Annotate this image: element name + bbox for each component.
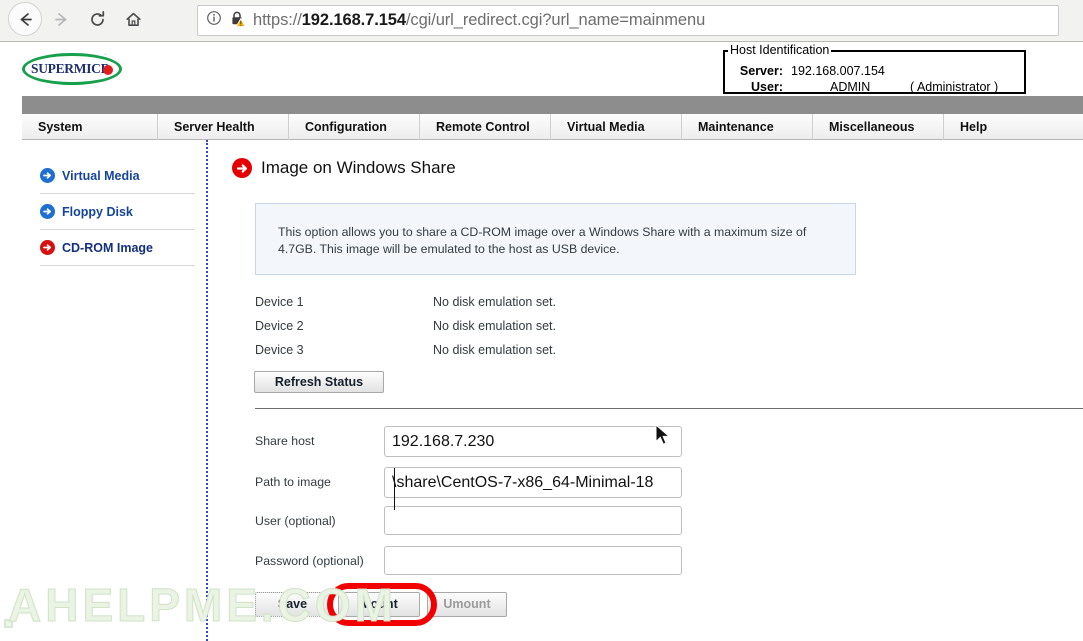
password-label: Password (optional) bbox=[255, 554, 364, 568]
umount-button: Umount bbox=[427, 592, 507, 617]
device-name: Device 2 bbox=[255, 319, 304, 333]
url-scheme: https:// bbox=[253, 11, 302, 29]
supermicro-logo[interactable]: SUPERMICR · bbox=[22, 49, 127, 89]
home-button[interactable] bbox=[116, 2, 150, 36]
home-icon bbox=[124, 10, 143, 29]
ipmi-header: SUPERMICR · Host Identification Server: … bbox=[0, 42, 1083, 96]
red-arrow-circle-icon bbox=[232, 158, 252, 178]
text-cursor-caret bbox=[394, 468, 395, 510]
main-navigation: System Server Health Configuration Remot… bbox=[22, 114, 1083, 140]
user-label: User (optional) bbox=[255, 514, 336, 528]
forward-button[interactable] bbox=[44, 2, 78, 36]
host-user-value: ADMIN bbox=[830, 80, 871, 94]
share-host-input[interactable] bbox=[384, 426, 682, 457]
sidebar-item-label: CD-ROM Image bbox=[62, 240, 153, 255]
host-user-role: ( Administrator ) bbox=[910, 80, 999, 94]
user-input[interactable] bbox=[384, 506, 682, 535]
page-title: Image on Windows Share bbox=[232, 158, 456, 178]
address-bar-text[interactable]: https://192.168.7.154/cgi/url_redirect.c… bbox=[253, 11, 705, 30]
password-input[interactable] bbox=[384, 546, 682, 575]
device-name: Device 3 bbox=[255, 343, 304, 357]
sidebar-item-cd-rom-image[interactable]: CD-ROM Image bbox=[40, 230, 195, 266]
save-button[interactable]: Save bbox=[255, 592, 330, 617]
mouse-cursor-icon bbox=[655, 423, 673, 448]
device-status: No disk emulation set. bbox=[433, 319, 556, 333]
nav-item-system[interactable]: System bbox=[22, 114, 158, 140]
blue-arrow-circle-icon bbox=[40, 168, 55, 183]
address-bar[interactable]: https://192.168.7.154/cgi/url_redirect.c… bbox=[197, 5, 1059, 36]
watermark-dot bbox=[4, 619, 13, 628]
section-divider bbox=[255, 408, 1083, 409]
sidebar-item-label: Virtual Media bbox=[62, 168, 140, 183]
mount-highlight-annotation bbox=[327, 583, 437, 626]
host-server-value: 192.168.007.154 bbox=[791, 64, 885, 78]
nav-item-configuration[interactable]: Configuration bbox=[289, 114, 420, 140]
device-status: No disk emulation set. bbox=[433, 343, 556, 357]
path-to-image-label: Path to image bbox=[255, 475, 331, 489]
sidebar-item-virtual-media[interactable]: Virtual Media bbox=[40, 158, 195, 194]
red-arrow-circle-icon bbox=[40, 240, 55, 255]
reload-icon bbox=[88, 10, 107, 29]
sidebar-item-floppy-disk[interactable]: Floppy Disk bbox=[40, 194, 195, 230]
device-name: Device 1 bbox=[255, 295, 304, 309]
nav-item-remote-control[interactable]: Remote Control bbox=[420, 114, 551, 140]
sidebar-item-label: Floppy Disk bbox=[62, 204, 133, 219]
info-box: This option allows you to share a CD-ROM… bbox=[255, 203, 856, 275]
browser-nav-buttons bbox=[8, 2, 150, 36]
share-host-label: Share host bbox=[255, 434, 315, 448]
menu-top-band bbox=[0, 96, 1083, 114]
sidebar: Virtual Media Floppy Disk CD-ROM Image bbox=[0, 140, 208, 641]
nav-item-help[interactable]: Help bbox=[944, 114, 1083, 140]
info-circle-icon[interactable] bbox=[206, 10, 222, 31]
host-identification-box: Host Identification Server: 192.168.007.… bbox=[723, 43, 1026, 94]
host-identification-legend: Host Identification bbox=[728, 43, 832, 57]
info-box-text: This option allows you to share a CD-ROM… bbox=[278, 225, 807, 256]
logo-wordmark: SUPERMICR bbox=[31, 61, 111, 76]
nav-item-maintenance[interactable]: Maintenance bbox=[682, 114, 813, 140]
nav-item-miscellaneous[interactable]: Miscellaneous bbox=[813, 114, 944, 140]
nav-item-server-health[interactable]: Server Health bbox=[158, 114, 289, 140]
refresh-status-button[interactable]: Refresh Status bbox=[254, 371, 384, 393]
reload-button[interactable] bbox=[80, 2, 114, 36]
menu-band-cap bbox=[0, 96, 22, 114]
nav-item-virtual-media[interactable]: Virtual Media bbox=[551, 114, 682, 140]
host-user-label: User: bbox=[751, 80, 783, 94]
main-panel: Image on Windows Share This option allow… bbox=[208, 140, 1083, 641]
lock-warning-icon[interactable] bbox=[229, 10, 247, 32]
device-status: No disk emulation set. bbox=[433, 295, 556, 309]
logo-red-dot-icon bbox=[103, 65, 113, 75]
forward-arrow-icon bbox=[52, 10, 71, 29]
browser-chrome: https://192.168.7.154/cgi/url_redirect.c… bbox=[0, 0, 1083, 42]
url-host: 192.168.7.154 bbox=[301, 11, 406, 29]
path-to-image-input[interactable] bbox=[384, 467, 682, 498]
blue-arrow-circle-icon bbox=[40, 204, 55, 219]
back-button[interactable] bbox=[8, 2, 42, 36]
url-path: /cgi/url_redirect.cgi?url_name=mainmenu bbox=[405, 11, 706, 29]
logo-trademark: · bbox=[104, 51, 107, 58]
back-arrow-icon bbox=[16, 10, 35, 29]
page-title-text: Image on Windows Share bbox=[261, 158, 456, 177]
host-server-label: Server: bbox=[739, 64, 783, 78]
page-content: Virtual Media Floppy Disk CD-ROM Image I… bbox=[0, 140, 1083, 641]
